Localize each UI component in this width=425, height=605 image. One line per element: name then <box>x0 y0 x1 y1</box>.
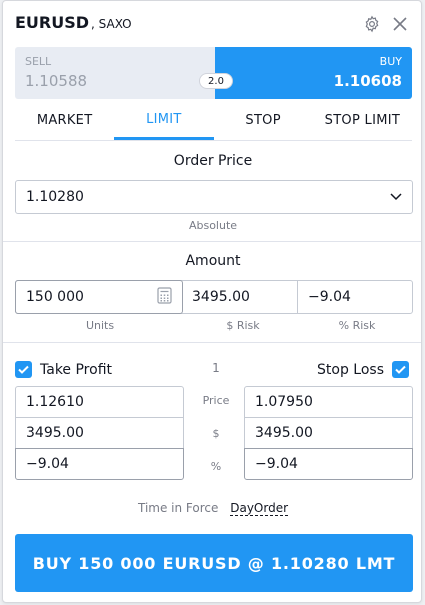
submit-buy-button[interactable]: BUY 150 000 EURUSD @ 1.10280 LMT <box>15 534 413 592</box>
sell-label: SELL <box>25 55 52 68</box>
percent-risk-label: % Risk <box>338 319 376 332</box>
spread-badge: 2.0 <box>199 73 233 89</box>
gear-icon[interactable] <box>361 13 383 35</box>
buy-price: 1.10608 <box>333 72 402 90</box>
take-profit-fields: 1.12610 3495.00 −9.04 <box>15 386 184 480</box>
tab-stop[interactable]: STOP <box>214 101 313 140</box>
sell-price: 1.10588 <box>25 72 88 90</box>
price-row-label: Price <box>202 394 230 407</box>
checkbox-checked-icon[interactable] <box>392 361 409 378</box>
order-panel: EURUSD , SAXO SELL 1.10588 BUY 1.10608 2… <box>2 0 422 603</box>
risk-reward-ratio: 1 <box>212 361 220 375</box>
dollar-row-label: $ <box>212 427 220 440</box>
order-price-title: Order Price <box>173 153 253 169</box>
percent-risk-input[interactable]: −9.04 <box>298 281 412 313</box>
checkbox-checked-icon[interactable] <box>15 361 32 378</box>
units-value: 150 000 <box>26 289 84 305</box>
header-icons <box>361 13 411 35</box>
units-label: Units <box>85 319 115 332</box>
percent-row-label: % <box>210 460 222 473</box>
take-profit-percent-input[interactable]: −9.04 <box>15 448 184 480</box>
divider <box>3 342 421 343</box>
take-profit-toggle[interactable]: Take Profit <box>15 361 112 378</box>
order-price-value: 1.10280 <box>26 189 84 205</box>
stop-loss-label: Stop Loss <box>317 361 384 378</box>
take-profit-label: Take Profit <box>40 361 113 378</box>
calculator-icon[interactable] <box>157 286 172 308</box>
sell-button[interactable]: SELL 1.10588 <box>15 47 215 99</box>
amount-title: Amount <box>185 253 241 269</box>
take-profit-price-input[interactable]: 1.12610 <box>15 386 184 418</box>
stop-loss-price-input[interactable]: 1.07950 <box>244 386 413 418</box>
dollar-risk-input[interactable]: 3495.00 <box>182 281 298 313</box>
order-type-tabs: MARKET LIMIT STOP STOP LIMIT <box>15 101 412 141</box>
panel-header: EURUSD , SAXO <box>15 13 132 39</box>
divider <box>3 241 421 242</box>
stop-loss-percent-input[interactable]: −9.04 <box>244 448 413 480</box>
stop-loss-fields: 1.07950 3495.00 −9.04 <box>244 386 413 480</box>
amount-inputs: 150 000 3495.00 −9.04 <box>15 280 413 314</box>
take-profit-dollar-input[interactable]: 3495.00 <box>15 417 184 449</box>
close-icon[interactable] <box>389 13 411 35</box>
dollar-risk-label: $ Risk <box>226 319 260 332</box>
chevron-down-icon <box>390 189 402 205</box>
tab-market[interactable]: MARKET <box>15 101 114 140</box>
percent-risk-value: −9.04 <box>308 289 351 305</box>
broker-name: , SAXO <box>91 17 132 31</box>
units-input[interactable]: 150 000 <box>15 280 183 314</box>
stop-loss-toggle[interactable]: Stop Loss <box>317 361 409 378</box>
symbol-name: EURUSD <box>15 13 90 32</box>
time-in-force-label: Time in Force <box>137 501 219 515</box>
buy-label: BUY <box>379 55 402 68</box>
tab-stop-limit[interactable]: STOP LIMIT <box>313 101 412 140</box>
time-in-force: Time in Force DayOrder <box>3 501 423 516</box>
order-price-select[interactable]: 1.10280 <box>15 180 413 214</box>
time-in-force-dropdown[interactable]: DayOrder <box>230 501 289 516</box>
dollar-risk-value: 3495.00 <box>192 289 250 305</box>
tab-limit[interactable]: LIMIT <box>114 101 214 140</box>
buy-side-button[interactable]: BUY 1.10608 <box>215 47 412 99</box>
stop-loss-dollar-input[interactable]: 3495.00 <box>244 417 413 449</box>
order-price-mode: Absolute <box>188 219 238 232</box>
